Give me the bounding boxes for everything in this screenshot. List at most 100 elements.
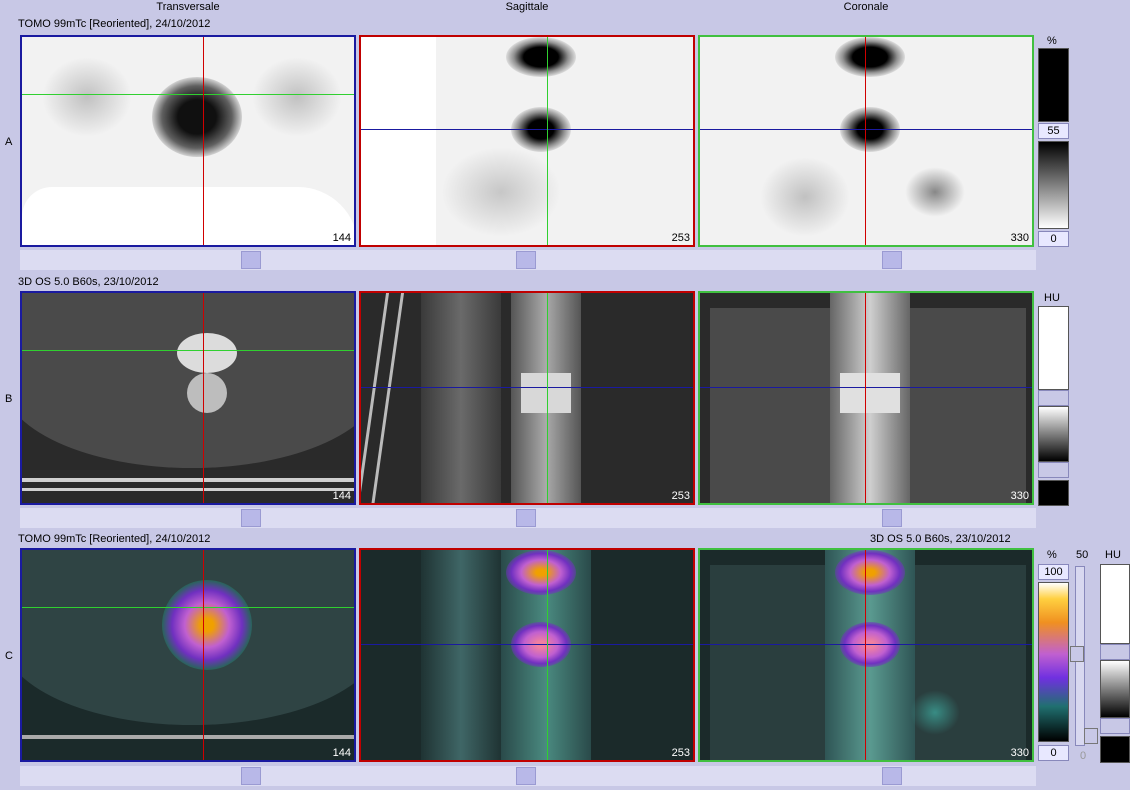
row-a-slice-strip [20,250,1036,270]
row-c-letter: C [5,650,13,662]
row-a-sagittal-view[interactable]: 253 [359,35,695,247]
crosshair-horizontal [22,607,354,608]
row-b-letter: B [5,393,13,405]
scale-b-upper-handle[interactable] [1038,390,1069,406]
table-line [22,735,354,739]
sagittal-slice-slider[interactable] [516,509,536,527]
scale-c-upper-value[interactable]: 100 [1038,564,1069,580]
body-outline-region [22,187,354,245]
crosshair-horizontal [361,129,693,130]
table-line [22,488,354,491]
table-line [22,478,354,482]
posterior-elements [421,550,501,760]
row-a-letter: A [5,136,13,148]
soft-tissue-region [760,157,850,237]
coronal-slice-slider[interactable] [882,251,902,269]
kidney-region [910,690,960,735]
crosshair-vertical [547,550,548,760]
fused-hotspot [506,550,576,595]
fusion-mix-lower-handle[interactable] [1084,728,1098,744]
row-c-transversal-view[interactable]: 144 [20,548,356,762]
scale-c-hu-unit: HU [1105,549,1121,561]
crosshair-horizontal [22,94,354,95]
coronal-slice-slider[interactable] [882,509,902,527]
scale-c-lower-value[interactable]: 0 [1038,745,1069,761]
crosshair-vertical [203,293,204,503]
scale-c-hu-upper-handle[interactable] [1100,644,1130,660]
column-title-sagittale: Sagittale [505,1,549,13]
body-outline-region [361,37,436,245]
crosshair-horizontal [700,387,1032,388]
slice-number: 144 [332,747,351,759]
vertebral-body [177,333,237,373]
fused-hotspot [835,550,905,595]
coronal-slice-slider[interactable] [882,767,902,785]
crosshair-horizontal [700,644,1032,645]
scale-b-upper-bar[interactable] [1038,306,1069,390]
column-title-transversale: Transversale [156,1,220,13]
row-b-series-label: 3D OS 5.0 B60s, 23/10/2012 [18,276,159,288]
slice-number: 253 [671,232,690,244]
soft-tissue-region [905,167,965,217]
slice-number: 330 [1010,747,1029,759]
slice-number: 330 [1010,232,1029,244]
row-c-series-label: TOMO 99mTc [Reoriented], 24/10/2012 [18,533,211,545]
crosshair-vertical [547,37,548,245]
sagittal-slice-slider[interactable] [516,251,536,269]
row-a-coronal-view[interactable]: 330 [698,35,1034,247]
fused-hotspot [162,580,252,670]
scale-a-upper-bar[interactable] [1038,48,1069,122]
body-cross-section [22,293,354,468]
soft-tissue-region [42,57,132,137]
crosshair-horizontal [361,644,693,645]
scale-c-colorbar[interactable] [1038,582,1069,742]
soft-tissue-region [441,147,561,237]
row-c-series-label-right: 3D OS 5.0 B60s, 23/10/2012 [870,533,1011,545]
scale-b-lower-bar[interactable] [1038,480,1069,506]
posterior-elements [421,293,501,503]
crosshair-vertical [865,37,866,245]
slice-number: 330 [1010,490,1029,502]
scale-c-unit: % [1047,549,1057,561]
row-b-sagittal-view[interactable]: 253 [359,291,695,505]
soft-tissue-region [252,57,342,137]
uptake-hotspot [835,37,905,77]
scale-c-hu-lower-handle[interactable] [1100,718,1130,734]
scale-a-colorbar[interactable] [1038,141,1069,229]
uptake-hotspot [152,77,242,157]
row-c-sagittal-view[interactable]: 253 [359,548,695,762]
row-b-slice-strip [20,508,1036,528]
column-title-coronale: Coronale [843,1,889,13]
transversal-slice-slider[interactable] [241,509,261,527]
scale-a-upper-value[interactable]: 55 [1038,123,1069,139]
vertebral-arch [187,373,227,413]
slice-number: 253 [671,490,690,502]
scale-b-lower-handle[interactable] [1038,462,1069,478]
row-b-coronal-view[interactable]: 330 [698,291,1034,505]
scale-c-hu-upper-bar[interactable] [1100,564,1130,644]
scale-b-colorbar[interactable] [1038,406,1069,462]
scale-c-hu-lower-bar[interactable] [1100,736,1130,763]
scale-c-hu-colorbar[interactable] [1100,660,1130,718]
table-line [370,293,405,503]
fusion-mix-handle[interactable] [1070,646,1084,662]
transversal-slice-slider[interactable] [241,251,261,269]
vertebral-body [521,373,571,413]
row-b-transversal-view[interactable]: 144 [20,291,356,505]
row-c-slice-strip [20,766,1036,786]
table-line [361,293,390,503]
scale-a-unit: % [1047,35,1057,47]
crosshair-vertical [203,550,204,760]
crosshair-vertical [865,550,866,760]
crosshair-vertical [865,293,866,503]
row-a-series-label: TOMO 99mTc [Reoriented], 24/10/2012 [18,18,211,30]
scale-b-unit: HU [1044,292,1060,304]
row-a-transversal-view[interactable]: 144 [20,35,356,247]
row-c-coronal-view[interactable]: 330 [698,548,1034,762]
fusion-mix-label: 50 [1076,549,1089,561]
sagittal-slice-slider[interactable] [516,767,536,785]
transversal-slice-slider[interactable] [241,767,261,785]
crosshair-horizontal [22,350,354,351]
slice-number: 144 [332,232,351,244]
scale-a-lower-value[interactable]: 0 [1038,231,1069,247]
